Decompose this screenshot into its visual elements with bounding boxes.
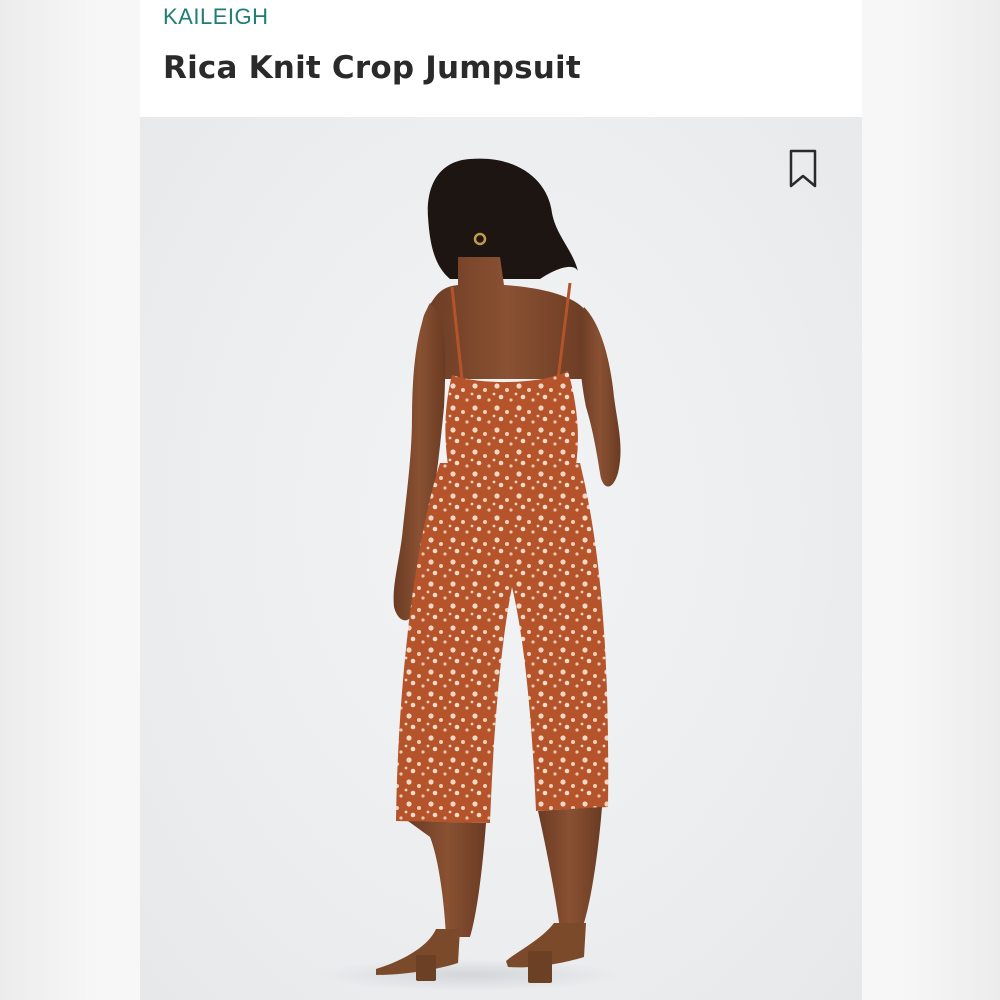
floor-shadow: [320, 959, 620, 991]
left-heel: [416, 955, 436, 981]
bookmark-icon[interactable]: [788, 149, 818, 189]
screenshot-frame: KAILEIGH Rica Knit Crop Jumpsuit: [0, 0, 1000, 1000]
jumpsuit-pants[interactable]: [396, 463, 609, 823]
right-leg: [538, 807, 602, 929]
model-illustration: [320, 158, 621, 991]
product-card: KAILEIGH Rica Knit Crop Jumpsuit: [140, 0, 862, 1000]
left-leg: [408, 821, 486, 937]
jumpsuit-bodice[interactable]: [445, 371, 578, 465]
right-heel: [528, 951, 552, 983]
right-arm: [579, 307, 621, 487]
product-photo[interactable]: [140, 117, 862, 1000]
brand-link[interactable]: KAILEIGH: [163, 4, 268, 30]
product-header: KAILEIGH Rica Knit Crop Jumpsuit: [140, 0, 862, 117]
product-title: Rica Knit Crop Jumpsuit: [163, 50, 581, 86]
hair: [427, 158, 578, 279]
